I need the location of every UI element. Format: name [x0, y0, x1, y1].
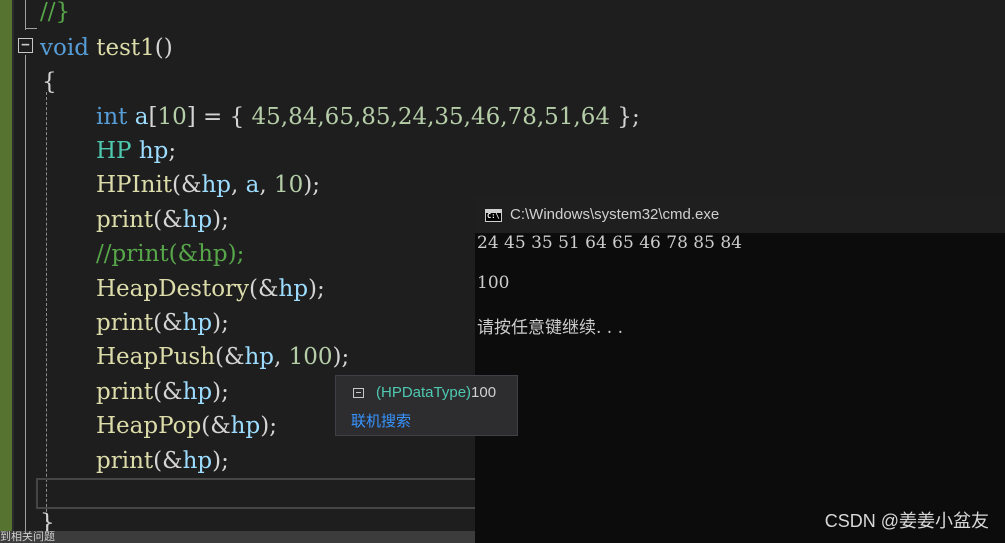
keyword-int: int: [96, 104, 128, 130]
code-line-print-3: print(&hp);: [96, 375, 229, 409]
arg-hp: hp: [182, 379, 213, 405]
editor-margin: [0, 0, 12, 543]
array-values: 45,84,65,85,24,35,46,78,51,64: [251, 104, 610, 130]
code-line-push: HeapPush(&hp, 100);: [96, 340, 349, 374]
paren-close: );: [308, 276, 325, 302]
code-line-open-brace: {: [42, 69, 57, 95]
code-line-array-decl: int a[10] = { 45,84,65,85,24,35,46,78,51…: [96, 100, 640, 134]
console-output-line-1: 24 45 35 51 64 65 46 78 85 84: [477, 233, 742, 253]
constant-icon: [353, 388, 364, 398]
cmd-icon: C:\: [485, 209, 502, 222]
arg-hp: hp: [201, 172, 232, 198]
paren-open: (&: [153, 379, 183, 405]
code-line-pop: HeapPop(&hp);: [96, 409, 277, 443]
paren-open: (&: [172, 172, 202, 198]
initializer-close: };: [610, 104, 640, 130]
arg-hp: hp: [244, 344, 275, 370]
csdn-watermark: CSDN @姜姜小盆友: [824, 511, 989, 531]
fold-line-end: [25, 28, 37, 29]
fn-print: print: [96, 207, 154, 233]
type-hp: HP: [96, 138, 132, 164]
paren-close: );: [332, 344, 350, 370]
code-line-print-2: print(&hp);: [96, 306, 229, 340]
var-hp: hp: [138, 138, 169, 164]
fn-heapdestory: HeapDestory: [96, 276, 250, 302]
paren-open: (&: [153, 448, 183, 474]
arg-hp: hp: [182, 207, 213, 233]
current-line-highlight[interactable]: [36, 478, 496, 509]
arg-hp: hp: [182, 310, 213, 336]
code-line-hpinit: HPInit(&hp, a, 10);: [96, 168, 320, 202]
paren-open: (&: [215, 344, 245, 370]
console-output-line-3: 请按任意键继续. . .: [477, 318, 624, 338]
quick-info-tooltip: (HPDataType)100 联机搜索: [335, 375, 518, 436]
code-line-signature: void test1(): [40, 31, 173, 65]
code-line-comment: //print(&hp);: [96, 241, 245, 267]
paren-close: );: [212, 310, 229, 336]
comma: ,: [259, 172, 274, 198]
function-name: test1: [96, 35, 155, 61]
paren-close: );: [212, 379, 229, 405]
paren-close: );: [212, 207, 229, 233]
fn-heappush: HeapPush: [96, 344, 216, 370]
paren-open: (&: [153, 207, 183, 233]
console-title-bar[interactable]: C:\ C:\Windows\system32\cmd.exe: [475, 197, 1005, 233]
initializer-open: ] = {: [186, 104, 252, 130]
paren-close: );: [303, 172, 321, 198]
tooltip-value: 100: [471, 384, 497, 401]
online-search-link[interactable]: 联机搜索: [351, 410, 411, 431]
collapse-icon[interactable]: −: [18, 38, 33, 53]
arg-hp: hp: [230, 413, 261, 439]
keyword-void: void: [40, 35, 89, 61]
paren-open: (&: [201, 413, 231, 439]
fold-line-body: [25, 55, 26, 543]
comma: ,: [231, 172, 246, 198]
paren-open: (&: [153, 310, 183, 336]
comma: ,: [274, 344, 289, 370]
tooltip-type: (HPDataType): [376, 384, 472, 401]
arg-value[interactable]: 100: [289, 344, 333, 370]
console-title: C:\Windows\system32\cmd.exe: [510, 206, 720, 223]
code-line-print-1: print(&hp);: [96, 203, 229, 237]
fn-hpinit: HPInit: [96, 172, 173, 198]
tooltip-signature: (HPDataType)100: [376, 384, 496, 401]
array-size: 10: [157, 104, 187, 130]
fn-print: print: [96, 448, 154, 474]
fn-print: print: [96, 310, 154, 336]
arg-hp: hp: [182, 448, 213, 474]
related-issues-label[interactable]: 到相关问题: [0, 531, 55, 543]
paren-open: (&: [249, 276, 279, 302]
console-window[interactable]: C:\ C:\Windows\system32\cmd.exe 24 45 35…: [475, 197, 1005, 543]
signature-parens: (): [154, 35, 173, 61]
related-issues-strip[interactable]: 到相关问题: [0, 531, 478, 543]
code-line-prev-close: //}: [40, 0, 71, 25]
fn-heappop: HeapPop: [96, 413, 202, 439]
cmd-icon-glyph: C:\: [487, 212, 500, 220]
var-a: a: [134, 104, 149, 130]
console-output-line-2: 100: [477, 273, 510, 293]
code-line-destroy: HeapDestory(&hp);: [96, 272, 325, 306]
paren-close: );: [212, 448, 229, 474]
fn-print: print: [96, 379, 154, 405]
semicolon: ;: [168, 138, 177, 164]
fold-line-prev: [25, 0, 26, 30]
arg-n: 10: [274, 172, 304, 198]
arg-hp: hp: [278, 276, 309, 302]
code-line-hp-decl: HP hp;: [96, 134, 176, 168]
code-line-print-4: print(&hp);: [96, 444, 229, 478]
indent-guide: [46, 92, 47, 532]
paren-close: );: [260, 413, 277, 439]
arg-a: a: [245, 172, 260, 198]
